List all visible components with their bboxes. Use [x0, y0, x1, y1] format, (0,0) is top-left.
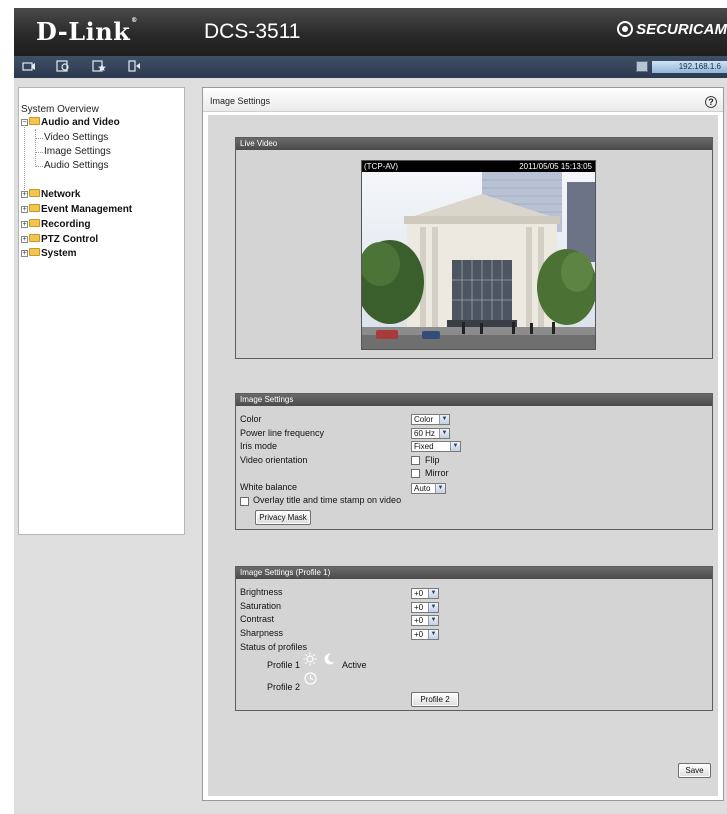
live-view-icon[interactable] [56, 60, 70, 73]
ip-address: 192.168.1.6 [652, 61, 727, 73]
tree-line [35, 129, 36, 165]
expand-icon[interactable]: + [21, 206, 28, 213]
profile-settings-section: Image Settings (Profile 1) Brightness +0… [235, 566, 713, 711]
network-status-icon [636, 61, 648, 72]
top-header: D-Link® DCS-3511 SECURICAM [14, 8, 727, 56]
power-line-label: Power line frequency [240, 428, 325, 438]
live-video-title: Live Video [236, 138, 712, 150]
chevron-down-icon: ▼ [428, 616, 438, 625]
sidebar-item-image-settings[interactable]: Image Settings [44, 146, 111, 157]
color-select[interactable]: Color ▼ [411, 414, 450, 425]
mirror-label: Mirror [425, 468, 449, 478]
sidebar-item-audio-settings[interactable]: Audio Settings [44, 160, 109, 171]
overlay-checkbox[interactable] [240, 497, 249, 506]
power-line-select[interactable]: 60 Hz ▼ [411, 428, 450, 439]
help-icon[interactable]: ? [705, 96, 717, 108]
status-profiles-label: Status of profiles [240, 642, 308, 652]
sidebar-item-video-settings[interactable]: Video Settings [44, 132, 108, 143]
chevron-down-icon: ▼ [450, 442, 460, 451]
flip-label: Flip [425, 455, 440, 465]
schedule-clock-icon[interactable] [304, 672, 317, 685]
mirror-checkbox[interactable] [411, 469, 420, 478]
profile-settings-title: Image Settings (Profile 1) [236, 567, 712, 579]
tree-line [35, 166, 43, 167]
chevron-down-icon: ▼ [439, 429, 449, 438]
white-balance-label: White balance [240, 482, 298, 492]
sidebar-item-network[interactable]: + Network [21, 189, 80, 200]
panel-body: Live Video (TCP-AV) 2011/05/05 15:13:05 [208, 115, 718, 796]
expand-icon[interactable]: + [21, 221, 28, 228]
setup-icon[interactable] [92, 60, 106, 73]
folder-open-icon [29, 117, 40, 125]
video-orientation-label: Video orientation [240, 455, 308, 465]
contrast-label: Contrast [240, 614, 275, 624]
privacy-mask-button[interactable]: Privacy Mask [255, 510, 311, 525]
chevron-down-icon: ▼ [428, 603, 438, 612]
toolbar: 192.168.1.6 [14, 56, 727, 78]
video-info-bar: (TCP-AV) 2011/05/05 15:13:05 [362, 161, 595, 172]
folder-icon [29, 219, 40, 227]
video-frame: (TCP-AV) 2011/05/05 15:13:05 [361, 160, 596, 350]
main-panel: Image Settings ? Live Video (TCP-AV) 201… [202, 87, 724, 801]
live-video-image [362, 172, 595, 349]
tree-line [35, 152, 43, 153]
expand-icon[interactable]: + [21, 250, 28, 257]
profile1-label: Profile 1 [267, 660, 301, 670]
color-label: Color [240, 414, 262, 424]
folder-icon [29, 204, 40, 212]
iris-mode-label: Iris mode [240, 441, 278, 451]
saturation-select[interactable]: +0 ▼ [411, 602, 439, 613]
tree-line [35, 138, 43, 139]
sidebar-item-recording[interactable]: + Recording [21, 219, 90, 230]
page-title: Image Settings [210, 96, 271, 106]
video-protocol: (TCP-AV) [364, 162, 399, 171]
chevron-down-icon: ▼ [428, 589, 438, 598]
camera-model-title: DCS-3511 [204, 20, 301, 43]
sidebar-nav: System Overview − Audio and Video Video S… [18, 87, 185, 535]
image-settings-section: Image Settings Color Color ▼ Power line f… [235, 393, 713, 530]
night-mode-icon[interactable] [322, 652, 336, 666]
chevron-down-icon: ▼ [435, 484, 445, 493]
flip-checkbox[interactable] [411, 456, 420, 465]
overlay-label: Overlay title and time stamp on video [253, 495, 402, 505]
sidebar-item-event-management[interactable]: + Event Management [21, 204, 132, 215]
folder-icon [29, 189, 40, 197]
sidebar-item-ptz-control[interactable]: + PTZ Control [21, 234, 98, 245]
image-settings-title: Image Settings [236, 394, 712, 406]
profile1-status: Active [342, 660, 367, 670]
brightness-label: Brightness [240, 587, 283, 597]
video-timestamp: 2011/05/05 15:13:05 [519, 162, 592, 171]
folder-icon [29, 248, 40, 256]
expand-icon[interactable]: + [21, 191, 28, 198]
sharpness-select[interactable]: +0 ▼ [411, 629, 439, 640]
camera-icon[interactable] [22, 60, 36, 73]
day-mode-icon[interactable] [303, 652, 317, 666]
sidebar-item-system-overview[interactable]: System Overview [21, 104, 99, 115]
sidebar-item-audio-video[interactable]: − Audio and Video [21, 117, 120, 128]
chevron-down-icon: ▼ [439, 415, 449, 424]
securicam-logo-icon [617, 21, 634, 37]
tree-line [24, 125, 25, 190]
folder-icon [29, 234, 40, 242]
logout-icon[interactable] [128, 60, 142, 73]
save-button[interactable]: Save [678, 763, 711, 778]
brightness-select[interactable]: +0 ▼ [411, 588, 439, 599]
contrast-select[interactable]: +0 ▼ [411, 615, 439, 626]
panel-header: Image Settings ? [203, 88, 723, 112]
dlink-logo: D-Link® [36, 17, 138, 46]
sharpness-label: Sharpness [240, 628, 284, 638]
profile2-label: Profile 2 [267, 682, 301, 692]
live-video-section: Live Video (TCP-AV) 2011/05/05 15:13:05 [235, 137, 713, 359]
profile2-button[interactable]: Profile 2 [411, 692, 459, 707]
expand-icon[interactable]: + [21, 236, 28, 243]
saturation-label: Saturation [240, 601, 282, 611]
chevron-down-icon: ▼ [428, 630, 438, 639]
white-balance-select[interactable]: Auto ▼ [411, 483, 446, 494]
iris-mode-select[interactable]: Fixed ▼ [411, 441, 461, 452]
securicam-brand: SECURICAM [617, 21, 727, 38]
sidebar-item-system[interactable]: + System [21, 248, 77, 259]
